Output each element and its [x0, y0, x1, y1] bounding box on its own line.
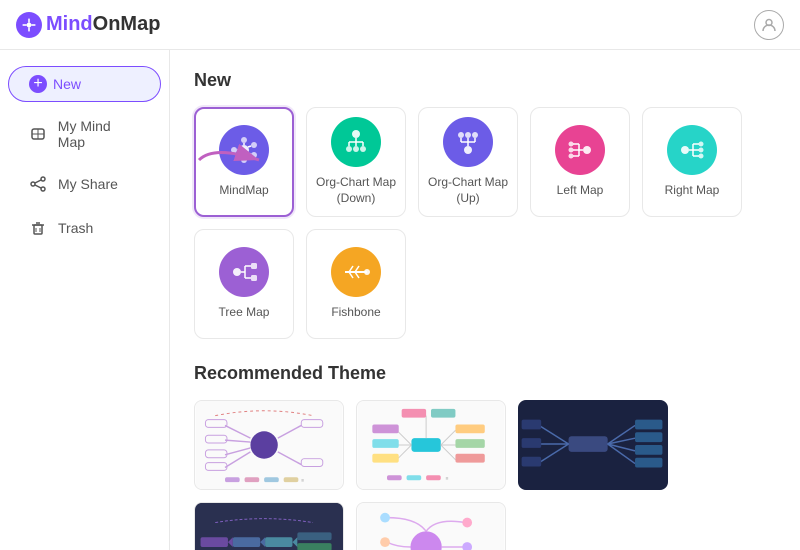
- map-card-fishbone[interactable]: Fishbone: [306, 229, 406, 339]
- sidebar-item-trash-label: Trash: [58, 220, 93, 236]
- org-chart-down-icon: [331, 117, 381, 167]
- fishbone-label: Fishbone: [331, 305, 380, 321]
- theme-preview-3: [519, 401, 667, 489]
- map-card-org-chart-up[interactable]: Org-Chart Map (Up): [418, 107, 518, 217]
- user-avatar-button[interactable]: [754, 10, 784, 40]
- sidebar-item-my-mind-map[interactable]: My Mind Map: [8, 108, 161, 160]
- new-section-title: New: [194, 70, 776, 91]
- new-button-label: New: [53, 76, 81, 92]
- org-chart-up-label: Org-Chart Map (Up): [419, 175, 517, 206]
- sidebar-item-my-share-label: My Share: [58, 176, 118, 192]
- logo-text-rest: OnMap: [93, 13, 161, 36]
- theme-preview-5: [357, 503, 505, 550]
- brain-icon: [28, 124, 48, 144]
- svg-text:≡: ≡: [446, 477, 449, 482]
- theme-grid: ≡: [194, 400, 776, 550]
- sidebar-item-my-share[interactable]: My Share: [8, 164, 161, 204]
- theme-card-2[interactable]: ≡: [356, 400, 506, 490]
- svg-text:≡: ≡: [301, 479, 304, 484]
- theme-preview-2: ≡: [357, 401, 505, 489]
- theme-preview-1: ≡: [195, 401, 343, 489]
- sidebar-item-trash[interactable]: Trash: [8, 208, 161, 248]
- sidebar-item-my-mind-map-label: My Mind Map: [58, 118, 141, 150]
- theme-card-1[interactable]: ≡: [194, 400, 344, 490]
- tree-map-label: Tree Map: [219, 305, 270, 321]
- sidebar-item-new[interactable]: + New: [8, 66, 161, 102]
- main-content: New: [170, 50, 800, 550]
- theme-card-5[interactable]: [356, 502, 506, 550]
- mindmap-label: MindMap: [219, 183, 268, 199]
- org-chart-down-label: Org-Chart Map(Down): [316, 175, 396, 206]
- left-map-label: Left Map: [557, 183, 604, 199]
- map-card-right-map[interactable]: Right Map: [642, 107, 742, 217]
- left-map-icon: [555, 125, 605, 175]
- map-card-left-map[interactable]: Left Map: [530, 107, 630, 217]
- map-card-tree-map[interactable]: Tree Map: [194, 229, 294, 339]
- share-icon: [28, 174, 48, 194]
- map-type-grid: MindMap Org-C: [194, 107, 776, 339]
- org-chart-up-icon: [443, 117, 493, 167]
- trash-icon: [28, 218, 48, 238]
- right-map-icon: [667, 125, 717, 175]
- logo-text-mind: Mind: [46, 13, 93, 36]
- right-map-label: Right Map: [665, 183, 720, 199]
- logo: MindOnMap: [16, 12, 160, 38]
- logo-svg: [21, 17, 37, 33]
- tree-map-icon: [219, 247, 269, 297]
- user-icon: [761, 17, 777, 33]
- layout: + New My Mind Map: [0, 50, 800, 550]
- map-card-org-chart-down[interactable]: Org-Chart Map(Down): [306, 107, 406, 217]
- theme-card-4[interactable]: [194, 502, 344, 550]
- logo-icon: [16, 12, 42, 38]
- theme-card-3[interactable]: [518, 400, 668, 490]
- header: MindOnMap: [0, 0, 800, 50]
- arrow-decoration: [194, 135, 274, 185]
- fishbone-icon: [331, 247, 381, 297]
- theme-preview-4: [195, 503, 343, 550]
- plus-icon: +: [29, 75, 47, 93]
- sidebar: + New My Mind Map: [0, 50, 170, 550]
- theme-section-title: Recommended Theme: [194, 363, 776, 384]
